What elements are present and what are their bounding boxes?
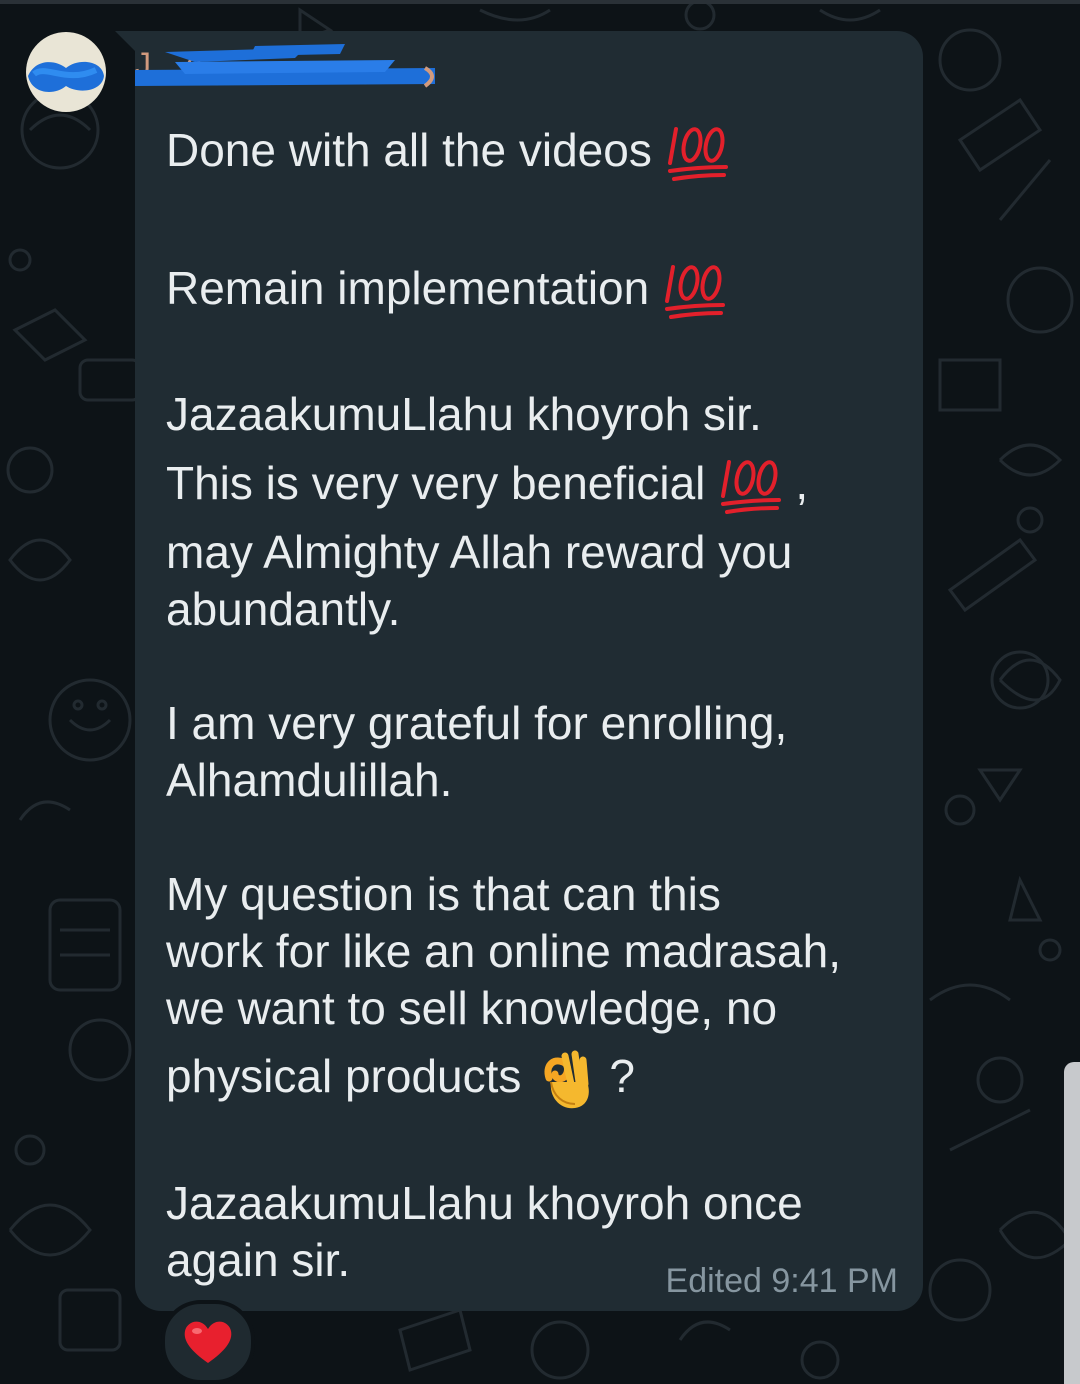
message-text: may Almighty Allah reward you xyxy=(166,526,793,578)
sender-name-redaction xyxy=(135,44,435,88)
message-time: 9:41 PM xyxy=(771,1262,898,1300)
message-line: Alhamdulillah. xyxy=(166,752,452,808)
message-text: JazaakumuLlahu khoyroh sir. xyxy=(166,388,762,440)
message-text: This is very very beneficial xyxy=(166,457,706,509)
message-line: may Almighty Allah reward you xyxy=(166,524,792,580)
message-text: abundantly. xyxy=(166,583,401,635)
hundred-points-icon xyxy=(721,459,782,514)
message-text: Remain implementation xyxy=(166,262,650,314)
message-line: My question is that can this xyxy=(166,866,721,922)
reaction-pill[interactable] xyxy=(161,1300,255,1384)
message-text: I am very grateful for enrolling, xyxy=(166,697,788,749)
message-line: again sir. xyxy=(166,1232,350,1288)
avatar-redaction-scribble xyxy=(28,61,104,92)
message-line: Done with all the videos xyxy=(166,122,732,185)
message-line: Remain implementation xyxy=(166,260,729,323)
edited-label: Edited xyxy=(665,1262,762,1300)
hundred-points-icon xyxy=(665,264,726,319)
hundred-points-icon xyxy=(667,126,728,181)
top-divider xyxy=(0,0,1080,4)
message-line: JazaakumuLlahu khoyroh once xyxy=(166,1175,803,1231)
message-text: we want to sell knowledge, no xyxy=(166,982,778,1034)
message-text: ? xyxy=(609,1050,635,1103)
ok-hand-icon xyxy=(544,1050,590,1109)
avatar[interactable] xyxy=(26,32,106,112)
message-bubble[interactable] xyxy=(135,31,923,1311)
message-text: physical products xyxy=(166,1050,522,1103)
message-line: This is very very beneficial, xyxy=(166,455,808,518)
message-line: work for like an online madrasah, xyxy=(166,923,841,979)
message-text: My question is that can this xyxy=(166,868,721,920)
bubble-tail xyxy=(115,31,137,53)
message-text: again sir. xyxy=(166,1234,351,1286)
sender-name[interactable]: J...c xyxy=(135,40,445,92)
message-line: JazaakumuLlahu khoyroh sir. xyxy=(166,386,762,442)
message-line: I am very grateful for enrolling, xyxy=(166,695,787,751)
scrollbar-edge[interactable] xyxy=(1064,1062,1080,1384)
message-text: Alhamdulillah. xyxy=(166,754,453,806)
message-meta: Edited 9:41 PM xyxy=(666,1262,898,1301)
message-line: we want to sell knowledge, no xyxy=(166,980,777,1036)
message-text: JazaakumuLlahu khoyroh once xyxy=(166,1177,803,1229)
message-text: Done with all the videos xyxy=(166,124,652,176)
message-text: , xyxy=(795,457,809,509)
message-text: work for like an online madrasah, xyxy=(166,925,841,977)
red-heart-icon xyxy=(184,1321,232,1363)
message-line: abundantly. xyxy=(166,581,400,637)
message-line: physical products? xyxy=(166,1048,635,1112)
